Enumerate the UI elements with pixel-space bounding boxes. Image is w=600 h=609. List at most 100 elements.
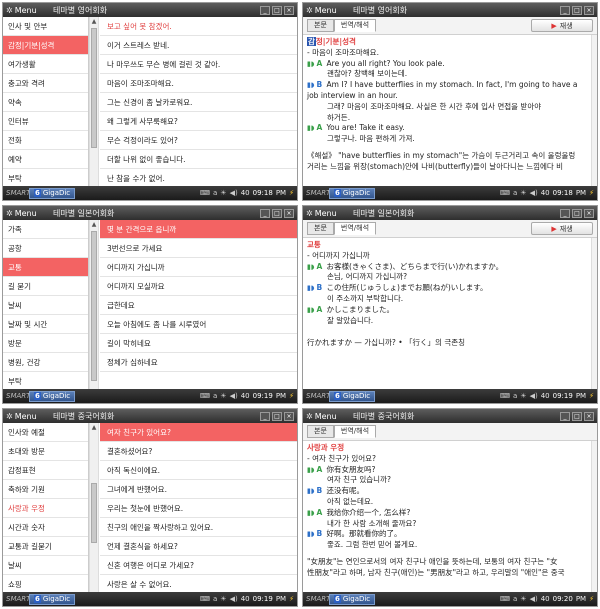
category-item[interactable]: 인사와 예절 xyxy=(3,423,88,442)
play-button[interactable]: ▶ 재생 xyxy=(531,19,593,32)
category-item[interactable]: 여가생활 xyxy=(3,55,88,74)
sentence-item[interactable]: 아직 독신이에요. xyxy=(100,461,297,480)
speaker-audio-icon[interactable]: ▮◗ xyxy=(307,486,315,497)
sentence-item[interactable]: 그는 신경이 좀 날카로워요. xyxy=(100,93,297,112)
close-icon[interactable]: × xyxy=(584,411,594,421)
input-mode-icon[interactable]: a xyxy=(513,392,517,400)
maximize-icon[interactable]: □ xyxy=(572,208,582,218)
lightbulb-icon[interactable]: ☀ xyxy=(520,392,526,400)
menu-button[interactable]: ✲ Menu xyxy=(3,412,49,421)
maximize-icon[interactable]: □ xyxy=(572,5,582,15)
category-item[interactable]: 약속 xyxy=(3,93,88,112)
minimize-icon[interactable]: _ xyxy=(260,411,270,421)
speaker-audio-icon[interactable]: ▮◗ xyxy=(307,123,315,134)
sentence-item[interactable]: 보고 싶어 못 참겠어. xyxy=(100,17,297,36)
content-scrollbar[interactable] xyxy=(591,238,597,389)
category-item[interactable]: 감정표현 xyxy=(3,461,88,480)
speaker-audio-icon[interactable]: ▮◗ xyxy=(307,80,315,91)
category-scrollbar[interactable]: ▲ xyxy=(89,423,99,592)
keyboard-icon[interactable]: ⌨ xyxy=(500,595,510,603)
maximize-icon[interactable]: □ xyxy=(272,411,282,421)
tab-original[interactable]: 본문 xyxy=(307,425,334,438)
scroll-thumb[interactable] xyxy=(91,483,97,543)
category-item[interactable]: 날짜 및 시간 xyxy=(3,315,88,334)
scroll-thumb[interactable] xyxy=(91,28,97,148)
minimize-icon[interactable]: _ xyxy=(260,208,270,218)
close-icon[interactable]: × xyxy=(584,5,594,15)
sentence-item[interactable]: 신혼 여행은 어디로 가세요? xyxy=(100,556,297,575)
category-item[interactable]: 길 묻기 xyxy=(3,277,88,296)
sentence-item[interactable]: 나 마우쓰도 무슨 병에 걸린 것 같아. xyxy=(100,55,297,74)
category-item[interactable]: 방문 xyxy=(3,334,88,353)
taskbar-app-button[interactable]: 6 GigaDic xyxy=(29,390,76,402)
sentence-item[interactable]: 정체가 심하네요 xyxy=(100,353,297,372)
sentence-item[interactable]: 몇 분 간격으로 옵니까 xyxy=(100,220,297,239)
speaker-audio-icon[interactable]: ▮◗ xyxy=(307,529,315,540)
category-item[interactable]: 감정|기분|성격 xyxy=(3,36,88,55)
volume-icon[interactable]: ◀) xyxy=(530,595,538,603)
category-item[interactable]: 공항 xyxy=(3,239,88,258)
category-item[interactable]: 예약 xyxy=(3,150,88,169)
input-mode-icon[interactable]: a xyxy=(213,392,217,400)
speaker-audio-icon[interactable]: ▮◗ xyxy=(307,465,315,476)
maximize-icon[interactable]: □ xyxy=(272,208,282,218)
close-icon[interactable]: × xyxy=(584,208,594,218)
category-item[interactable]: 초대와 방문 xyxy=(3,442,88,461)
close-icon[interactable]: × xyxy=(284,411,294,421)
sentence-item[interactable]: 어디까지 모실까요 xyxy=(100,277,297,296)
sentence-item[interactable]: 친구의 애인을 짝사랑하고 있어요. xyxy=(100,518,297,537)
tab-translation[interactable]: 번역/해석 xyxy=(333,19,377,32)
lightbulb-icon[interactable]: ☀ xyxy=(220,392,226,400)
input-mode-icon[interactable]: a xyxy=(213,595,217,603)
lightbulb-icon[interactable]: ☀ xyxy=(220,595,226,603)
content-scrollbar[interactable] xyxy=(591,35,597,186)
minimize-icon[interactable]: _ xyxy=(560,5,570,15)
category-item[interactable]: 가족 xyxy=(3,220,88,239)
category-item[interactable]: 교통과 길묻기 xyxy=(3,537,88,556)
keyboard-icon[interactable]: ⌨ xyxy=(200,189,210,197)
sentence-item[interactable]: 마음이 조마조마해요. xyxy=(100,74,297,93)
sentence-item[interactable]: 결혼하셨어요? xyxy=(100,442,297,461)
taskbar-app-button[interactable]: 6 GigaDic xyxy=(29,187,76,199)
sentence-item[interactable]: 오늘 아침에도 좀 나를 시루였어 xyxy=(100,315,297,334)
category-item[interactable]: 인터뷰 xyxy=(3,112,88,131)
input-mode-icon[interactable]: a xyxy=(513,595,517,603)
minimize-icon[interactable]: _ xyxy=(260,5,270,15)
menu-button[interactable]: ✲ Menu xyxy=(303,209,349,218)
keyboard-icon[interactable]: ⌨ xyxy=(500,392,510,400)
volume-icon[interactable]: ◀) xyxy=(230,189,238,197)
category-scrollbar[interactable]: ▲ xyxy=(89,17,99,186)
sentence-item[interactable]: 여자 친구가 있어요? xyxy=(100,423,297,442)
sentence-item[interactable]: 이거 스트레스 받네. xyxy=(100,36,297,55)
keyboard-icon[interactable]: ⌨ xyxy=(200,595,210,603)
minimize-icon[interactable]: _ xyxy=(560,411,570,421)
close-icon[interactable]: × xyxy=(284,208,294,218)
category-item[interactable]: 교통 xyxy=(3,258,88,277)
maximize-icon[interactable]: □ xyxy=(272,5,282,15)
category-item[interactable]: 전화 xyxy=(3,131,88,150)
keyboard-icon[interactable]: ⌨ xyxy=(500,189,510,197)
sentence-item[interactable]: 그녀에게 반했어요. xyxy=(100,480,297,499)
content-scrollbar[interactable] xyxy=(591,441,597,592)
sentence-item[interactable]: 우리는 첫눈에 반했어요. xyxy=(100,499,297,518)
speaker-audio-icon[interactable]: ▮◗ xyxy=(307,283,315,294)
maximize-icon[interactable]: □ xyxy=(572,411,582,421)
lightbulb-icon[interactable]: ☀ xyxy=(520,189,526,197)
category-item[interactable]: 병원, 건강 xyxy=(3,353,88,372)
scroll-thumb[interactable] xyxy=(91,231,97,381)
input-mode-icon[interactable]: a xyxy=(213,189,217,197)
volume-icon[interactable]: ◀) xyxy=(230,392,238,400)
sentence-item[interactable]: 어디까지 가십니까 xyxy=(100,258,297,277)
scroll-up-icon[interactable]: ▲ xyxy=(90,423,98,432)
sentence-item[interactable]: 무슨 걱정이라도 있어? xyxy=(100,131,297,150)
menu-button[interactable]: ✲ Menu xyxy=(303,6,349,15)
sentence-item[interactable]: 왜 그렇게 사무룩해요? xyxy=(100,112,297,131)
sentence-item[interactable]: 3번선으로 가세요 xyxy=(100,239,297,258)
lightbulb-icon[interactable]: ☀ xyxy=(220,189,226,197)
tab-translation[interactable]: 번역/해석 xyxy=(333,425,377,438)
category-item[interactable]: 사랑과 우정 xyxy=(3,499,88,518)
taskbar-app-button[interactable]: 6 GigaDic xyxy=(29,593,76,605)
category-item[interactable]: 날씨 xyxy=(3,556,88,575)
category-item[interactable]: 시간과 숫자 xyxy=(3,518,88,537)
category-scrollbar[interactable]: ▲ xyxy=(89,220,99,389)
